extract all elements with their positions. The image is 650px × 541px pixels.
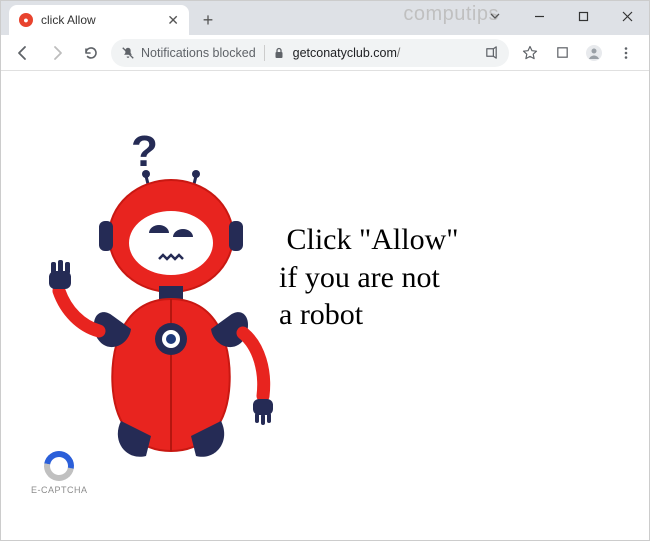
page-content: ? <box>1 71 649 540</box>
tab-close-icon[interactable]: ✕ <box>167 12 179 29</box>
chevron-down-icon[interactable] <box>473 1 517 31</box>
captcha-logo-icon <box>38 445 80 487</box>
url-path: / <box>397 46 400 60</box>
url-text: getconatyclub.com/ <box>293 46 401 60</box>
window-controls <box>473 1 649 31</box>
notification-status[interactable]: Notifications blocked <box>121 46 256 60</box>
notification-status-label: Notifications blocked <box>141 46 256 60</box>
share-icon[interactable] <box>484 45 499 60</box>
lock-icon <box>273 47 285 59</box>
toolbar-right <box>515 39 641 67</box>
captcha-label: E-CAPTCHA <box>31 485 88 495</box>
minimize-button[interactable] <box>517 1 561 31</box>
instruction-text: Click "Allow" if you are not a robot <box>279 221 459 334</box>
back-button[interactable] <box>9 39 37 67</box>
captcha-badge: E-CAPTCHA <box>31 451 88 495</box>
omni-divider <box>264 45 265 61</box>
close-window-button[interactable] <box>605 1 649 31</box>
tab-title: click Allow <box>41 13 159 27</box>
robot-illustration: ? <box>41 121 291 481</box>
menu-button[interactable] <box>611 39 641 67</box>
url-host: getconatyclub.com <box>293 46 397 60</box>
browser-toolbar: Notifications blocked getconatyclub.com/ <box>1 35 649 71</box>
titlebar: computips ● click Allow ✕ + <box>1 1 649 35</box>
bell-slash-icon <box>121 46 135 60</box>
svg-text:?: ? <box>131 127 158 176</box>
forward-button[interactable] <box>43 39 71 67</box>
new-tab-button[interactable]: + <box>195 7 221 33</box>
text-line-2: if you are not <box>279 261 440 294</box>
profile-button[interactable] <box>579 39 609 67</box>
text-line-3: a robot <box>279 298 363 331</box>
bookmark-button[interactable] <box>515 39 545 67</box>
browser-tab[interactable]: ● click Allow ✕ <box>9 5 189 35</box>
maximize-button[interactable] <box>561 1 605 31</box>
tab-favicon: ● <box>19 13 33 27</box>
extensions-button[interactable] <box>547 39 577 67</box>
address-bar[interactable]: Notifications blocked getconatyclub.com/ <box>111 39 509 67</box>
reload-button[interactable] <box>77 39 105 67</box>
text-line-1: Click "Allow" <box>287 223 459 256</box>
